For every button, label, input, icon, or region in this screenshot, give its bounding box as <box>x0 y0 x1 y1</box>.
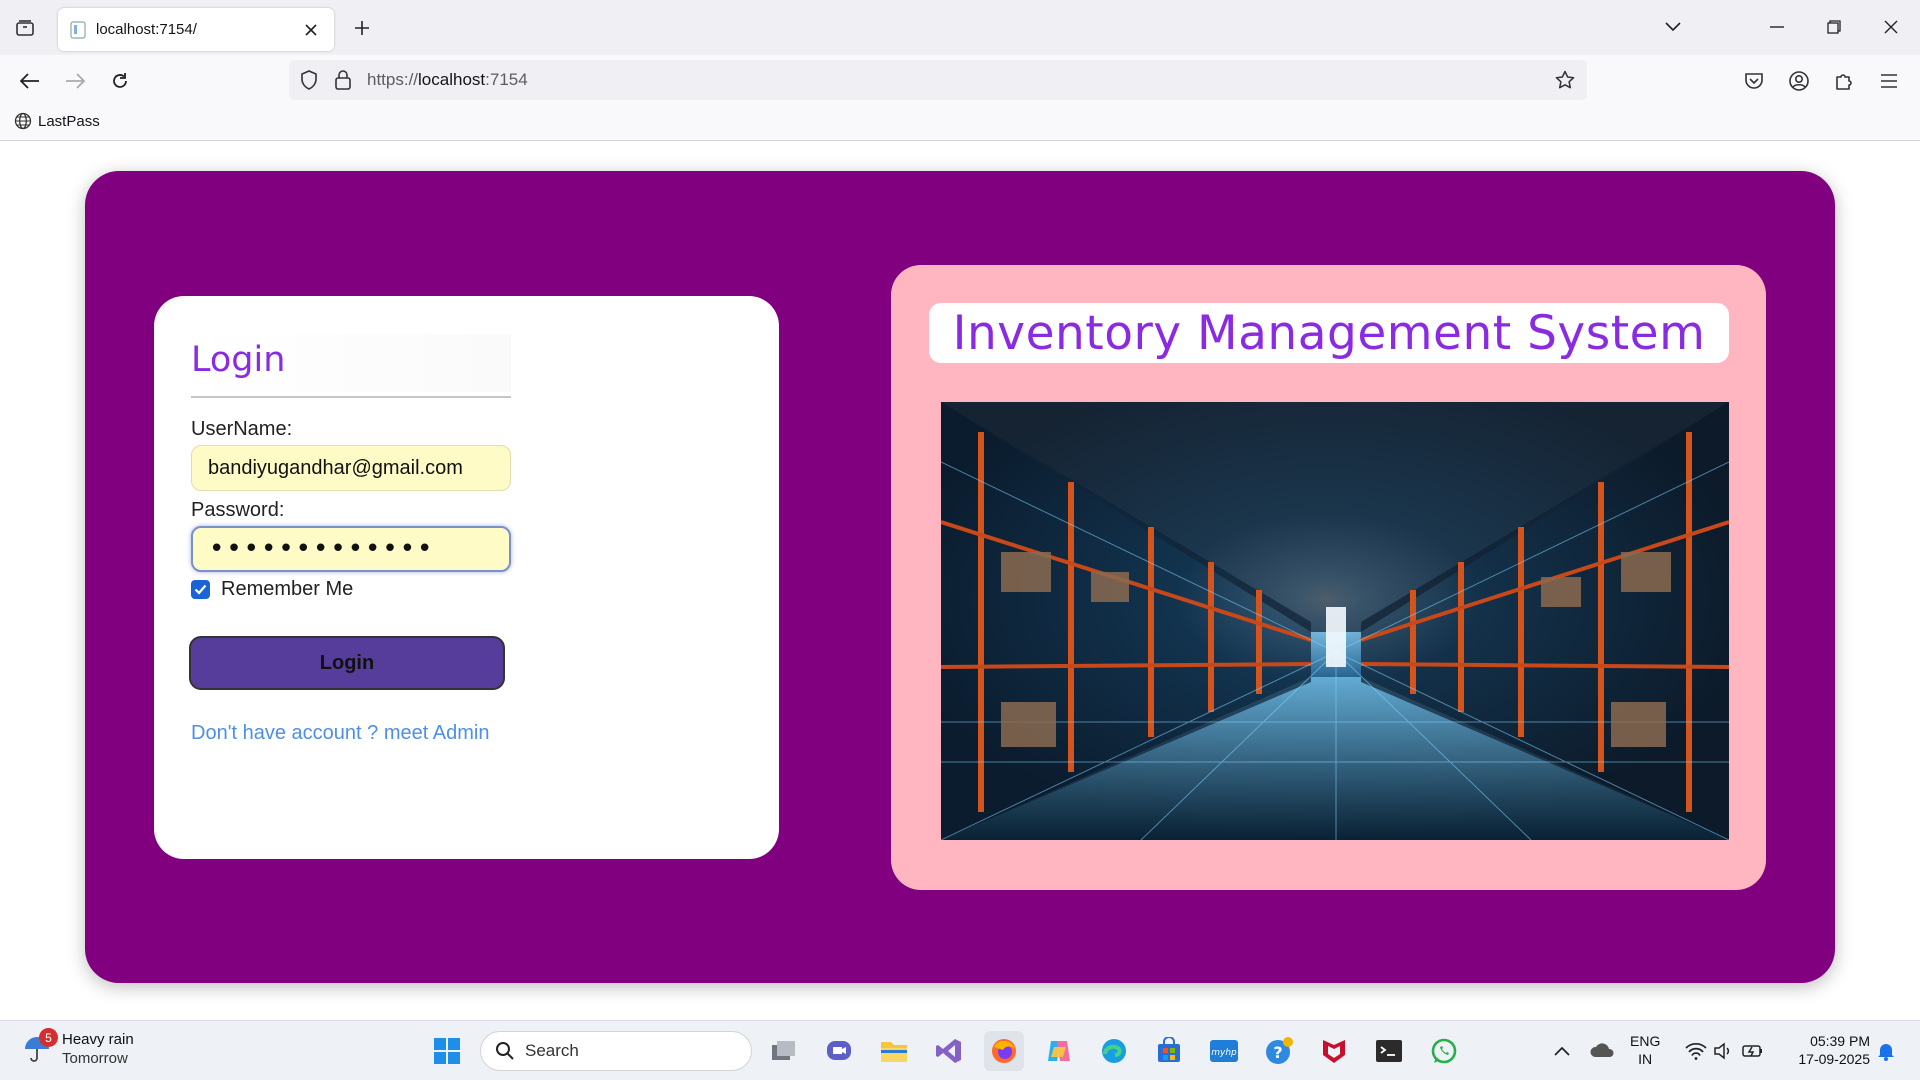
clock-date: 17-09-2025 <box>1798 1051 1870 1067</box>
close-tab-icon[interactable] <box>300 19 322 41</box>
weather-subtitle: Tomorrow <box>62 1050 128 1067</box>
remember-me-checkbox[interactable] <box>191 580 210 599</box>
warehouse-image <box>941 402 1729 840</box>
menu-hamburger-icon[interactable] <box>1873 65 1905 97</box>
login-button[interactable]: Login <box>189 636 505 690</box>
shield-icon[interactable] <box>299 70 319 90</box>
edge-icon[interactable] <box>1094 1031 1134 1071</box>
svg-text:?: ? <box>1273 1043 1282 1062</box>
account-icon[interactable] <box>1783 65 1815 97</box>
whatsapp-icon[interactable] <box>1424 1031 1464 1071</box>
password-input[interactable]: ••••••••••••• <box>191 526 511 572</box>
meet-admin-link[interactable]: Don't have account ? meet Admin <box>191 722 779 745</box>
forward-arrow-icon[interactable] <box>59 65 91 97</box>
volume-icon[interactable] <box>1713 1031 1735 1071</box>
globe-icon <box>14 112 32 130</box>
search-label: Search <box>525 1041 579 1060</box>
store-icon[interactable] <box>1149 1031 1189 1071</box>
svg-text:myhp: myhp <box>1211 1048 1237 1058</box>
mcafee-icon[interactable] <box>1314 1031 1354 1071</box>
windows-taskbar: 5 Heavy rain Tomorrow Search myhp ? ENG … <box>0 1020 1920 1080</box>
taskbar-search[interactable]: Search <box>480 1031 752 1071</box>
help-icon[interactable]: ? <box>1259 1031 1299 1071</box>
username-value: bandiyugandhar@gmail.com <box>208 456 463 479</box>
search-icon <box>496 1042 514 1060</box>
new-tab-icon[interactable] <box>348 14 376 42</box>
myhp-icon[interactable]: myhp <box>1204 1031 1244 1071</box>
info-card: Inventory Management System <box>891 265 1766 890</box>
browser-tab-bar: localhost:7154/ <box>0 0 1920 55</box>
extensions-puzzle-icon[interactable] <box>1828 65 1860 97</box>
weather-title: Heavy rain <box>62 1031 134 1048</box>
navigation-toolbar: https://localhost:7154 <box>0 55 1920 105</box>
onedrive-cloud-icon[interactable] <box>1588 1031 1616 1071</box>
tab-overflow-chevron-icon[interactable] <box>1658 12 1688 42</box>
file-explorer-icon[interactable] <box>874 1031 914 1071</box>
wifi-icon[interactable] <box>1685 1031 1707 1071</box>
back-arrow-icon[interactable] <box>14 65 46 97</box>
password-value: ••••••••••••• <box>209 534 435 564</box>
notification-bell-icon[interactable] <box>1876 1031 1896 1071</box>
remember-me-row: Remember Me <box>191 578 779 601</box>
remember-me-label[interactable]: Remember Me <box>221 578 353 601</box>
page-frame: Login UserName: bandiyugandhar@gmail.com… <box>85 171 1835 983</box>
language-indicator[interactable]: ENG IN <box>1630 1032 1660 1068</box>
close-window-icon[interactable] <box>1876 12 1906 42</box>
username-input[interactable]: bandiyugandhar@gmail.com <box>191 445 511 491</box>
list-all-tabs-icon[interactable] <box>10 14 40 42</box>
browser-tab[interactable]: localhost:7154/ <box>58 8 334 51</box>
reload-icon[interactable] <box>104 65 136 97</box>
password-label: Password: <box>191 499 285 521</box>
show-hidden-icons-chevron-icon[interactable] <box>1552 1031 1572 1071</box>
weather-widget[interactable]: 5 Heavy rain Tomorrow <box>22 1028 134 1068</box>
checkmark-icon <box>194 584 207 595</box>
firefox-icon[interactable] <box>984 1031 1024 1071</box>
minimize-icon[interactable] <box>1762 12 1792 42</box>
info-title-box: Inventory Management System <box>929 303 1729 363</box>
page-favicon-icon <box>70 20 86 39</box>
restore-icon[interactable] <box>1819 12 1849 42</box>
weather-badge: 5 <box>39 1028 58 1047</box>
login-title: Login <box>191 334 511 392</box>
bookmark-lastpass[interactable]: LastPass <box>14 112 100 130</box>
pocket-icon[interactable] <box>1738 65 1770 97</box>
lock-icon[interactable] <box>333 70 353 90</box>
url-text: https://localhost:7154 <box>367 70 528 89</box>
address-bar[interactable]: https://localhost:7154 <box>289 60 1587 100</box>
clock[interactable]: 05:39 PM 17-09-2025 <box>1780 1032 1870 1068</box>
meet-chat-icon[interactable] <box>819 1031 859 1071</box>
bookmarks-toolbar: LastPass <box>0 105 1920 141</box>
username-label: UserName: <box>191 418 293 440</box>
app-title: Inventory Management System <box>952 305 1706 361</box>
clock-time: 05:39 PM <box>1810 1033 1870 1049</box>
visual-studio-icon[interactable] <box>929 1031 969 1071</box>
terminal-icon[interactable] <box>1369 1031 1409 1071</box>
battery-charging-icon[interactable] <box>1741 1031 1765 1071</box>
start-windows-icon[interactable] <box>427 1031 467 1071</box>
copilot-icon[interactable] <box>1039 1031 1079 1071</box>
task-view-icon[interactable] <box>764 1031 804 1071</box>
bookmark-label: LastPass <box>38 112 100 130</box>
bookmark-star-icon[interactable] <box>1555 70 1575 90</box>
login-divider <box>191 396 511 398</box>
tab-title: localhost:7154/ <box>96 21 197 38</box>
login-card: Login UserName: bandiyugandhar@gmail.com… <box>154 296 779 859</box>
